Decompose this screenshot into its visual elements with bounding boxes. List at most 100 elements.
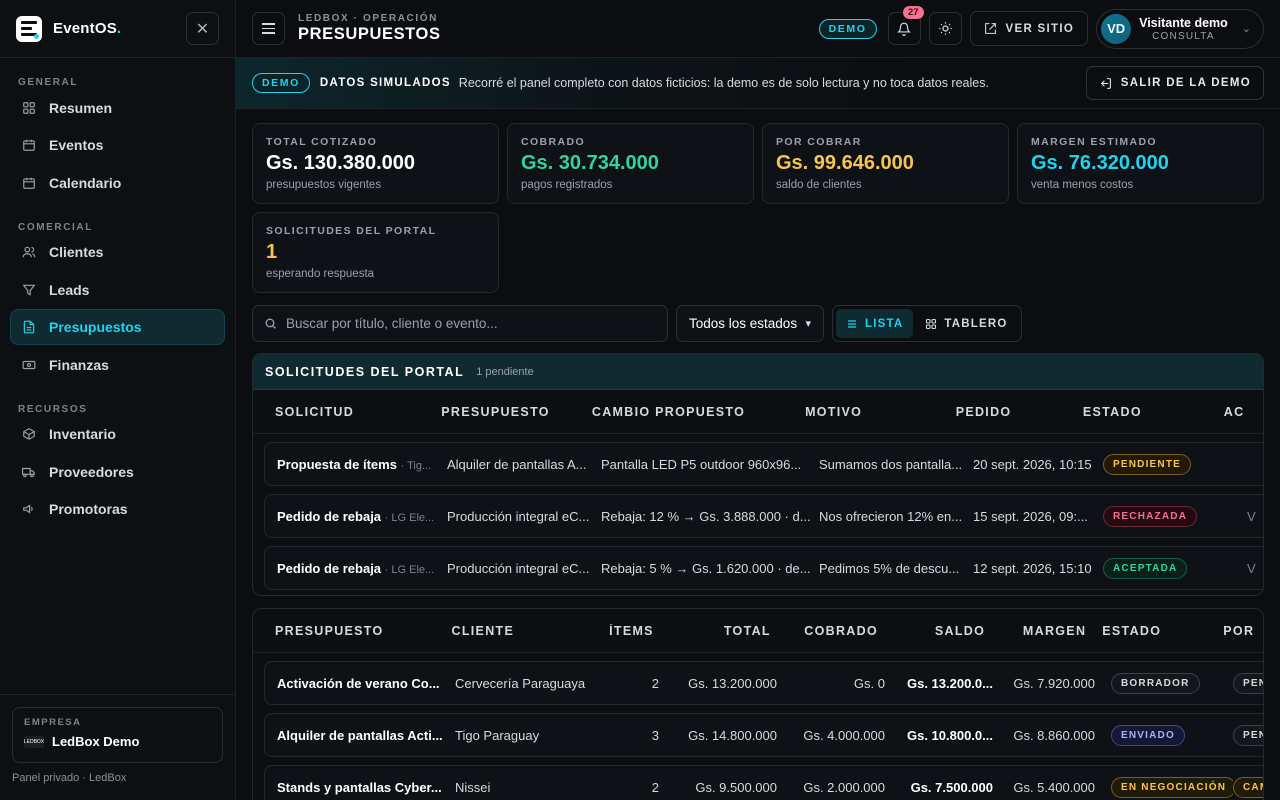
table-row[interactable]: Propuesta de ítems · Tig... Alquiler de p… (264, 442, 1263, 486)
stat-note: saldo de clientes (776, 179, 862, 191)
chevron-down-icon: ⌄ (1241, 23, 1251, 35)
theme-toggle-button[interactable] (928, 12, 962, 45)
column-header: ESTADO (1102, 623, 1162, 638)
cell-presupuesto: Producción integral eC... (447, 508, 590, 524)
sidebar-item-finanzas[interactable]: Finanzas (10, 347, 225, 383)
sidebar-item-label: Calendario (49, 174, 122, 191)
notifications-button[interactable]: 27 (887, 6, 924, 45)
sidebar-item-inventario[interactable]: Inventario (10, 416, 225, 452)
table-row[interactable]: Pedido de rebaja · LG Ele... Producción i… (264, 546, 1263, 590)
column-header: CAMBIO PROPUESTO (591, 404, 746, 419)
request-type: Pedido de rebaja (277, 508, 382, 524)
brand-name: EventOS. (53, 20, 122, 37)
table-row[interactable]: Pedido de rebaja · LG Ele... Producción i… (264, 494, 1263, 538)
stat-label: POR COBRAR (776, 136, 862, 148)
column-header: MARGEN (1022, 623, 1087, 638)
budgets-panel: PRESUPUESTO CLIENTE ÍTEMS TOTAL COBRADO SALDO… (252, 608, 1264, 800)
user-role: CONSULTA (1152, 30, 1215, 42)
stat-label: SOLICITUDES DEL PORTAL (266, 225, 437, 237)
cell-solicitud: Propuesta de ítems · Tig... (277, 457, 447, 472)
cell-presupuesto: Alquiler de pantallas A... (447, 456, 587, 472)
cell-margen: Gs. 5.400.000 (1013, 779, 1095, 795)
view-board-button[interactable]: TABLERO (915, 309, 1017, 338)
request-type: Propuesta de ítems (277, 456, 397, 472)
search-input[interactable]: Buscar por título, cliente o evento... (252, 305, 668, 342)
sidebar-item-label: Promotoras (49, 501, 128, 517)
table-row[interactable]: Alquiler de pantallas Acti... Tigo Paragu… (264, 713, 1263, 757)
view-list-label: LISTA (865, 317, 904, 330)
status-select[interactable]: Todos los estados ▾ (676, 305, 824, 342)
column-header: ESTADO (1082, 404, 1142, 419)
payment-badge: CAM (1233, 776, 1263, 798)
cell-estado: BORRADOR (1103, 672, 1233, 694)
cell-total: Gs. 9.500.000 (695, 779, 777, 795)
status-badge: BORRADOR (1111, 672, 1200, 694)
cell-items: 2 (651, 675, 659, 691)
sidebar-item-resumen[interactable]: Resumen (10, 90, 225, 126)
stat-label: COBRADO (521, 136, 586, 148)
status-badge: EN NEGOCIACIÓN (1111, 776, 1233, 798)
payment-badge: PEN (1233, 672, 1263, 694)
external-link-icon (984, 23, 996, 34)
portal-table-header: SOLICITUD PRESUPUESTO CAMBIO PROPUESTO MOTI… (253, 390, 1263, 434)
bell-icon (897, 22, 912, 36)
demo-badge: DEMO (818, 18, 877, 39)
cell-total: Gs. 13.200.000 (688, 675, 777, 691)
company-label: EMPRESA (24, 717, 82, 728)
view-list-button[interactable]: LISTA (836, 309, 914, 338)
sidebar-item-proveedores[interactable]: Proveedores (10, 454, 225, 490)
close-sidebar-button[interactable]: ✕ (186, 12, 219, 45)
column-header: COBRADO (804, 623, 878, 638)
sidebar-item-calendario[interactable]: Calendario (10, 165, 225, 201)
exit-demo-button[interactable]: SALIR DE LA DEMO (1085, 66, 1264, 100)
main-content: LEDBOX · OPERACIÓN PRESUPUESTOS DEMO 27 … (236, 0, 1280, 800)
exit-demo-label: SALIR DE LA DEMO (1120, 77, 1251, 89)
cell-presupuesto: Activación de verano Co... (277, 675, 440, 691)
cell-cobrado: Gs. 4.000.000 (803, 727, 885, 743)
cell-cliente: Nissei (455, 779, 491, 795)
menu-button[interactable] (252, 12, 285, 45)
sidebar-footer: EMPRESA LEDBOX LedBox Demo Panel privado… (0, 694, 235, 800)
sidebar-item-clientes[interactable]: Clientes (10, 234, 225, 270)
cell-por: PEN (1233, 724, 1263, 746)
box-icon (21, 426, 37, 442)
row-action[interactable]: V (1247, 561, 1256, 576)
user-menu[interactable]: VD Visitante demo CONSULTA ⌄ (1096, 8, 1264, 49)
cell-estado: PENDIENTE (1103, 453, 1247, 475)
sidebar-item-promotoras[interactable]: Promotoras (10, 491, 225, 527)
brand-logo-icon (16, 15, 42, 42)
sidebar-item-presupuestos[interactable]: Presupuestos (10, 309, 225, 345)
table-row[interactable]: Stands y pantallas Cyber... Nissei 2 Gs. 9.… (264, 765, 1263, 800)
cell-cambio: Rebaja: 5 % → Gs. 1.620.000 · de... (601, 560, 811, 576)
portal-panel-title: SOLICITUDES DEL PORTAL (265, 364, 465, 379)
sidebar-item-label: Proveedores (49, 463, 134, 480)
column-header: PRESUPUESTO (275, 623, 384, 638)
status-badge: ACEPTADA (1103, 557, 1188, 579)
stat-value: Gs. 76.320.000 (1031, 152, 1169, 174)
stat-note: venta menos costos (1031, 179, 1134, 191)
company-card[interactable]: EMPRESA LEDBOX LedBox Demo (12, 707, 223, 763)
row-action[interactable]: V (1247, 509, 1256, 524)
log-out-icon (1100, 77, 1111, 89)
cell-cambio: Pantalla LED P5 outdoor 960x96... (601, 456, 802, 472)
sidebar: EventOS. ✕ GENERAL Resumen Eventos Calendar… (0, 0, 236, 800)
cell-cobrado: Gs. 0 (853, 675, 885, 691)
column-header: SALDO (934, 623, 986, 638)
banner-title: DATOS SIMULADOS (319, 77, 451, 89)
cell-cliente: Tigo Paraguay (455, 727, 540, 743)
sidebar-item-eventos[interactable]: Eventos (10, 127, 225, 163)
table-row[interactable]: Activación de verano Co... Cervecería Par… (264, 661, 1263, 705)
cell-accion: V (1247, 561, 1263, 576)
sidebar-item-leads[interactable]: Leads (10, 272, 225, 308)
nav-section-comercial: COMERCIAL Clientes Leads Presupuestos Finanz… (0, 213, 235, 383)
view-toggle: LISTA TABLERO (832, 305, 1022, 342)
column-header: MOTIVO (805, 404, 863, 419)
banknote-icon (21, 357, 37, 373)
payment-badge: PEN (1233, 724, 1263, 746)
document-icon (21, 319, 37, 335)
cell-presupuesto: Producción integral eC... (447, 560, 590, 576)
view-site-button[interactable]: VER SITIO (969, 11, 1089, 46)
breadcrumb: LEDBOX · OPERACIÓN PRESUPUESTOS (298, 13, 441, 44)
request-client: · Tig... (400, 459, 432, 472)
cell-solicitud: Pedido de rebaja · LG Ele... (277, 561, 447, 576)
